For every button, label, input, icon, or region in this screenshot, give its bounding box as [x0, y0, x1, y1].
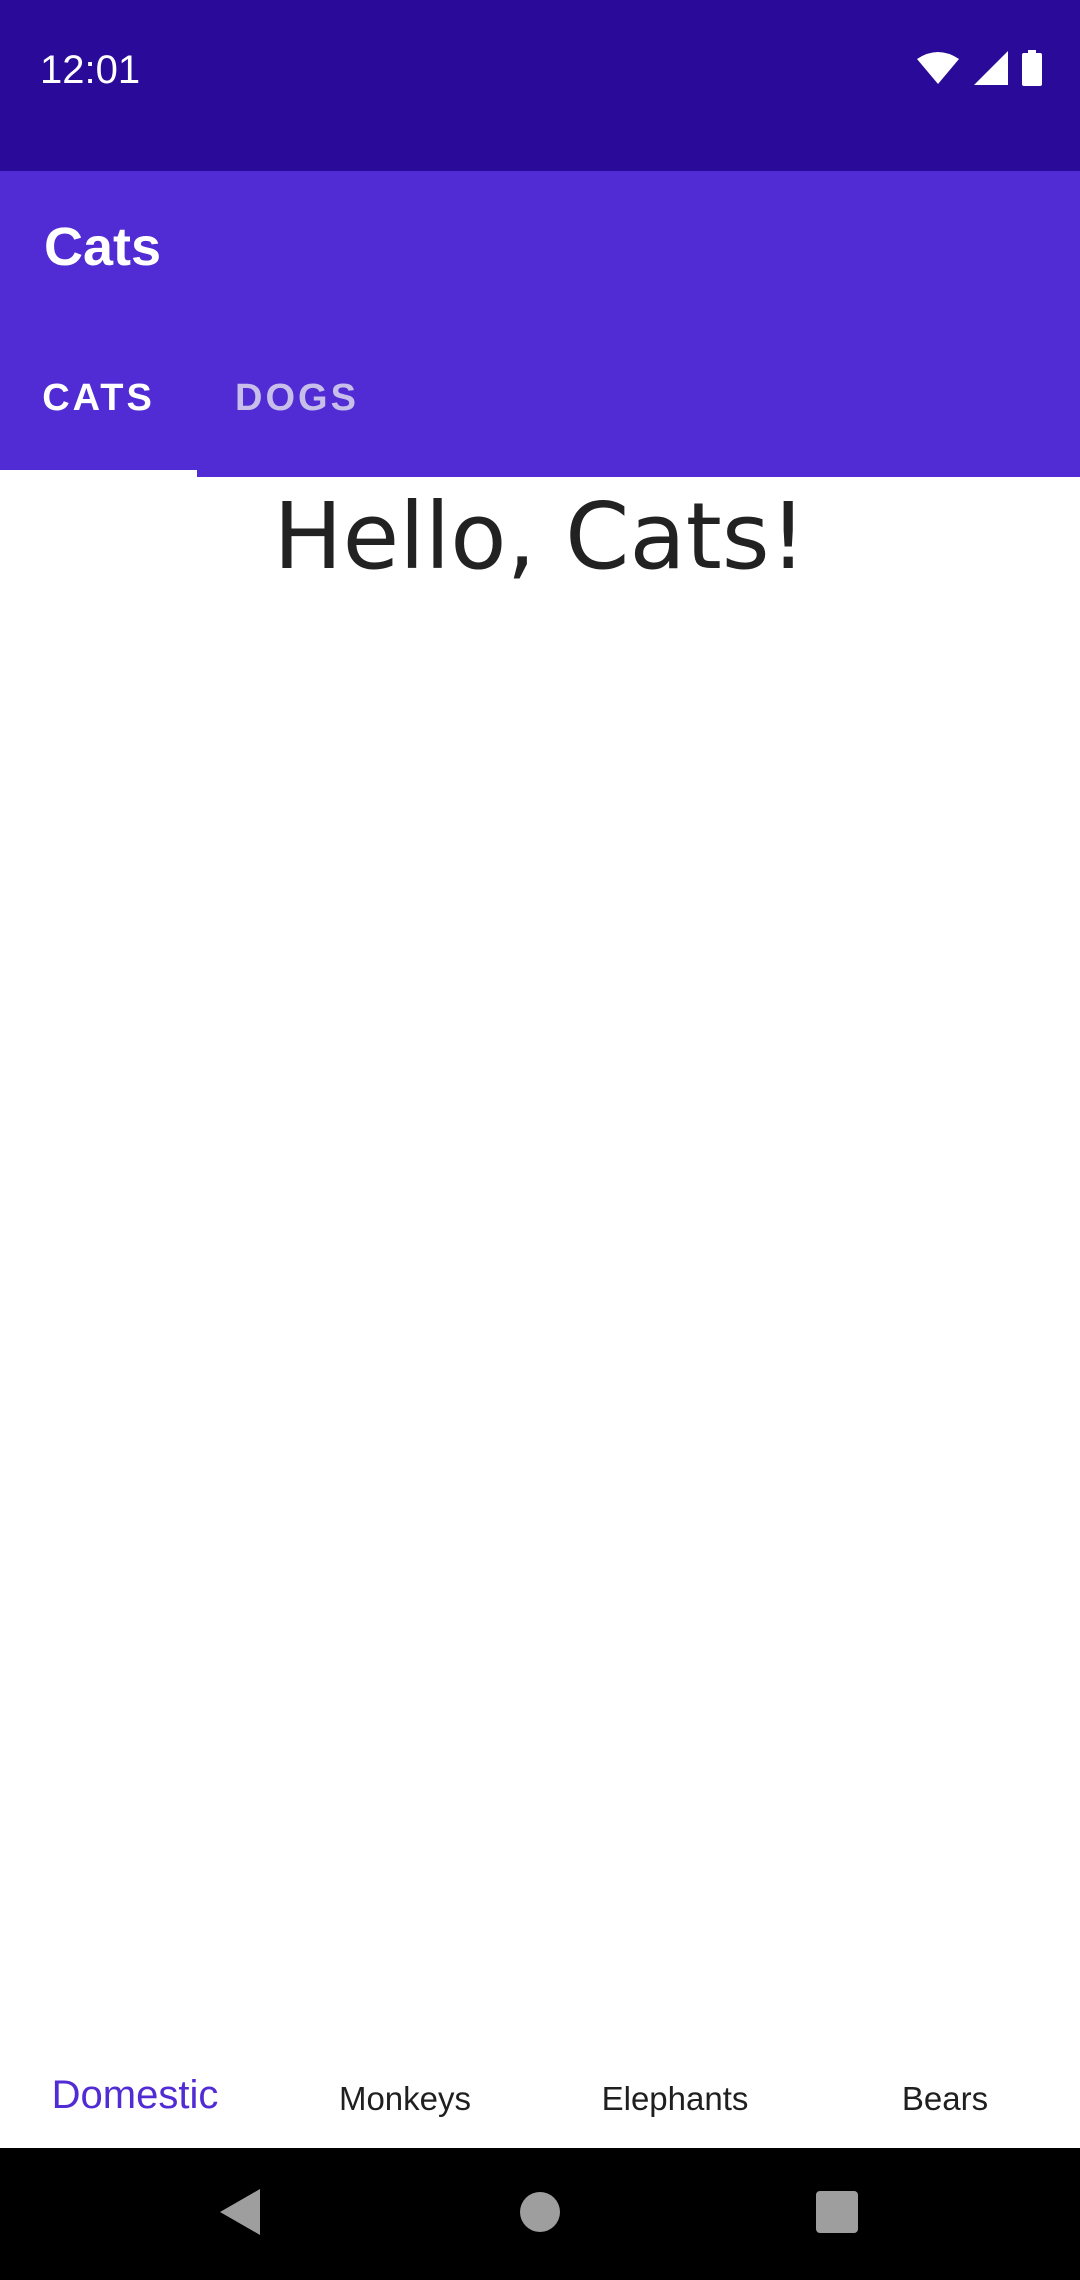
status-bar: 12:01 [0, 0, 1080, 171]
tab-dogs[interactable]: DOGS [197, 367, 397, 477]
battery-icon [1022, 50, 1042, 86]
status-icons [916, 50, 1042, 86]
wifi-icon [916, 51, 960, 85]
bottom-tab-monkeys[interactable]: Monkeys [270, 2048, 540, 2148]
tab-cats-label: CATS [42, 377, 155, 419]
bottom-tab-bears[interactable]: Bears [810, 2048, 1080, 2148]
app-bar: Cats CATS DOGS [0, 171, 1080, 477]
signal-icon [974, 51, 1008, 85]
home-icon [520, 2191, 560, 2237]
bottom-tab-domestic[interactable]: Domestic [0, 2048, 270, 2148]
back-button[interactable] [180, 2148, 300, 2280]
bottom-tab-elephants[interactable]: Elephants [540, 2048, 810, 2148]
system-navigation-bar [0, 2148, 1080, 2280]
recents-icon [816, 2190, 858, 2238]
greeting-label: Hello, Cats! [273, 483, 807, 590]
main-content: Hello, Cats! [0, 477, 1080, 2067]
tab-dogs-label: DOGS [235, 377, 359, 419]
back-icon [220, 2188, 260, 2240]
tab-cats[interactable]: CATS [0, 367, 197, 477]
tab-indicator [0, 470, 197, 477]
screen: 12:01 Cats CATS DOGS Hello, Cats! Domest… [0, 0, 1080, 2280]
recents-button[interactable] [777, 2148, 897, 2280]
home-button[interactable] [480, 2148, 600, 2280]
page-title: Cats [44, 217, 162, 277]
bottom-navigation: Domestic Monkeys Elephants Bears [0, 2048, 1080, 2148]
status-time: 12:01 [40, 48, 141, 92]
